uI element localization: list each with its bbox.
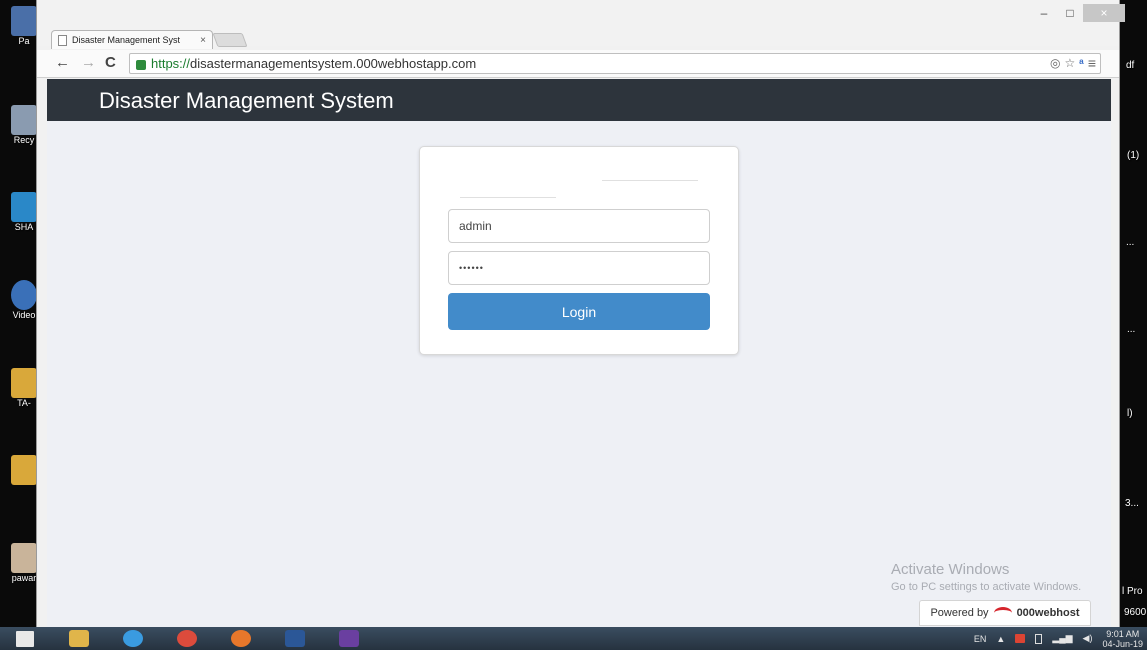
close-window-button[interactable]: × [1083, 4, 1125, 22]
watermark-subtitle: Go to PC settings to activate Windows. [891, 581, 1082, 593]
password-input[interactable]: •••••• [448, 251, 710, 285]
taskbar: EN ▲ ▂▄▆ ◀) 9:01 AM 04-Jun-19 [0, 627, 1147, 650]
shield-icon[interactable]: ◎ [1050, 56, 1060, 70]
chrome-icon [177, 630, 197, 647]
taskbar-explorer[interactable] [60, 627, 98, 650]
url-scheme: https:// [151, 56, 191, 71]
browser-toolbar: ← → C https://disastermanagementsystem.0… [37, 50, 1119, 78]
clock-time: 9:01 AM [1106, 628, 1140, 639]
page-icon [58, 34, 67, 46]
internet-explorer-icon [123, 630, 143, 647]
address-bar[interactable]: https://disastermanagementsystem.000webh… [129, 53, 1101, 74]
taskbar-firefox[interactable] [222, 627, 260, 650]
translate-icon[interactable]: ᵃ [1079, 56, 1084, 70]
action-center-icon[interactable] [1015, 634, 1026, 643]
start-button[interactable] [6, 627, 44, 650]
desktop-right-label: ... [1127, 324, 1136, 335]
desktop-right-label: (1) [1127, 150, 1140, 161]
taskbar-word[interactable] [276, 627, 314, 650]
windows-logo-icon [16, 630, 34, 647]
desktop-right-label: l Pro [1122, 586, 1143, 597]
video-icon [11, 280, 37, 310]
app-icon [11, 6, 37, 36]
taskbar-vs[interactable] [330, 627, 368, 650]
app-icon [11, 192, 37, 222]
tab-close-icon[interactable]: × [200, 35, 206, 46]
firefox-icon [231, 630, 251, 647]
language-indicator[interactable]: EN [974, 634, 987, 644]
folder-icon [11, 368, 37, 398]
forward-icon[interactable]: → [81, 54, 96, 71]
username-input[interactable]: admin [448, 209, 710, 243]
back-icon[interactable]: ← [55, 54, 70, 71]
folder-icon [11, 455, 37, 485]
omnibox-actions: ◎ ☆ ᵃ ≡ [1050, 55, 1096, 71]
browser-tab[interactable]: Disaster Management Syst × [51, 30, 213, 49]
star-icon[interactable]: ☆ [1065, 56, 1076, 70]
login-tab-underline [602, 180, 698, 181]
minimize-button[interactable]: ‒ [1031, 4, 1057, 22]
desktop-right-label: l) [1127, 408, 1133, 419]
maximize-button[interactable]: □ [1057, 4, 1083, 22]
taskbar-chrome[interactable] [168, 627, 206, 650]
activate-windows-watermark: Activate Windows Go to PC settings to ac… [891, 561, 1081, 593]
desktop-right-label: df [1126, 60, 1135, 71]
volume-icon[interactable]: ◀) [1083, 633, 1093, 644]
watermark-title: Activate Windows [891, 561, 1010, 578]
signal-icon[interactable]: ▂▄▆ [1052, 633, 1072, 644]
site-brand[interactable]: Disaster Management System [99, 88, 394, 114]
user-photo-icon [11, 543, 37, 573]
battery-icon[interactable] [1035, 633, 1043, 644]
desktop-right-label: ... [1126, 237, 1135, 248]
tray-expand-icon[interactable]: ▲ [996, 634, 1005, 644]
powered-by-text: Powered by [930, 607, 989, 619]
webhost-logo-icon [993, 607, 1012, 619]
login-card: admin •••••• Login [419, 146, 739, 355]
menu-icon[interactable]: ≡ [1088, 55, 1096, 71]
desktop-right-label: 3... [1125, 498, 1139, 509]
tab-title: Disaster Management Syst [72, 35, 181, 45]
lock-icon [136, 59, 146, 70]
login-tab-underline [460, 197, 556, 198]
powered-by-brand: 000webhost [1016, 607, 1080, 619]
url-host: disastermanagementsystem.000webhostapp.c… [190, 56, 477, 71]
system-tray: EN ▲ ▂▄▆ ◀) 9:01 AM 04-Jun-19 [974, 627, 1143, 650]
browser-titlebar: Disaster Management Syst × ‒ □ × [37, 0, 1125, 49]
file-explorer-icon [69, 630, 89, 647]
url-text: https://disastermanagementsystem.000webh… [151, 56, 476, 71]
web-page: Disaster Management System admin •••••• … [47, 79, 1111, 627]
taskbar-ie[interactable] [114, 627, 152, 650]
word-icon [285, 630, 305, 647]
clock[interactable]: 9:01 AM 04-Jun-19 [1102, 629, 1143, 649]
clock-date: 04-Jun-19 [1102, 638, 1143, 649]
login-button[interactable]: Login [448, 293, 710, 330]
powered-by-badge[interactable]: Powered by 000webhost [919, 600, 1091, 626]
recycle-bin-icon [11, 105, 37, 135]
visual-studio-icon [339, 630, 359, 647]
reload-icon[interactable]: C [105, 54, 116, 71]
site-navbar: Disaster Management System [47, 79, 1111, 121]
window-controls: ‒ □ × [1031, 4, 1125, 22]
browser-window: Disaster Management Syst × ‒ □ × ← → C h… [36, 0, 1125, 627]
desktop-right-label: 9600 [1124, 607, 1147, 618]
new-tab-button[interactable] [212, 33, 248, 47]
